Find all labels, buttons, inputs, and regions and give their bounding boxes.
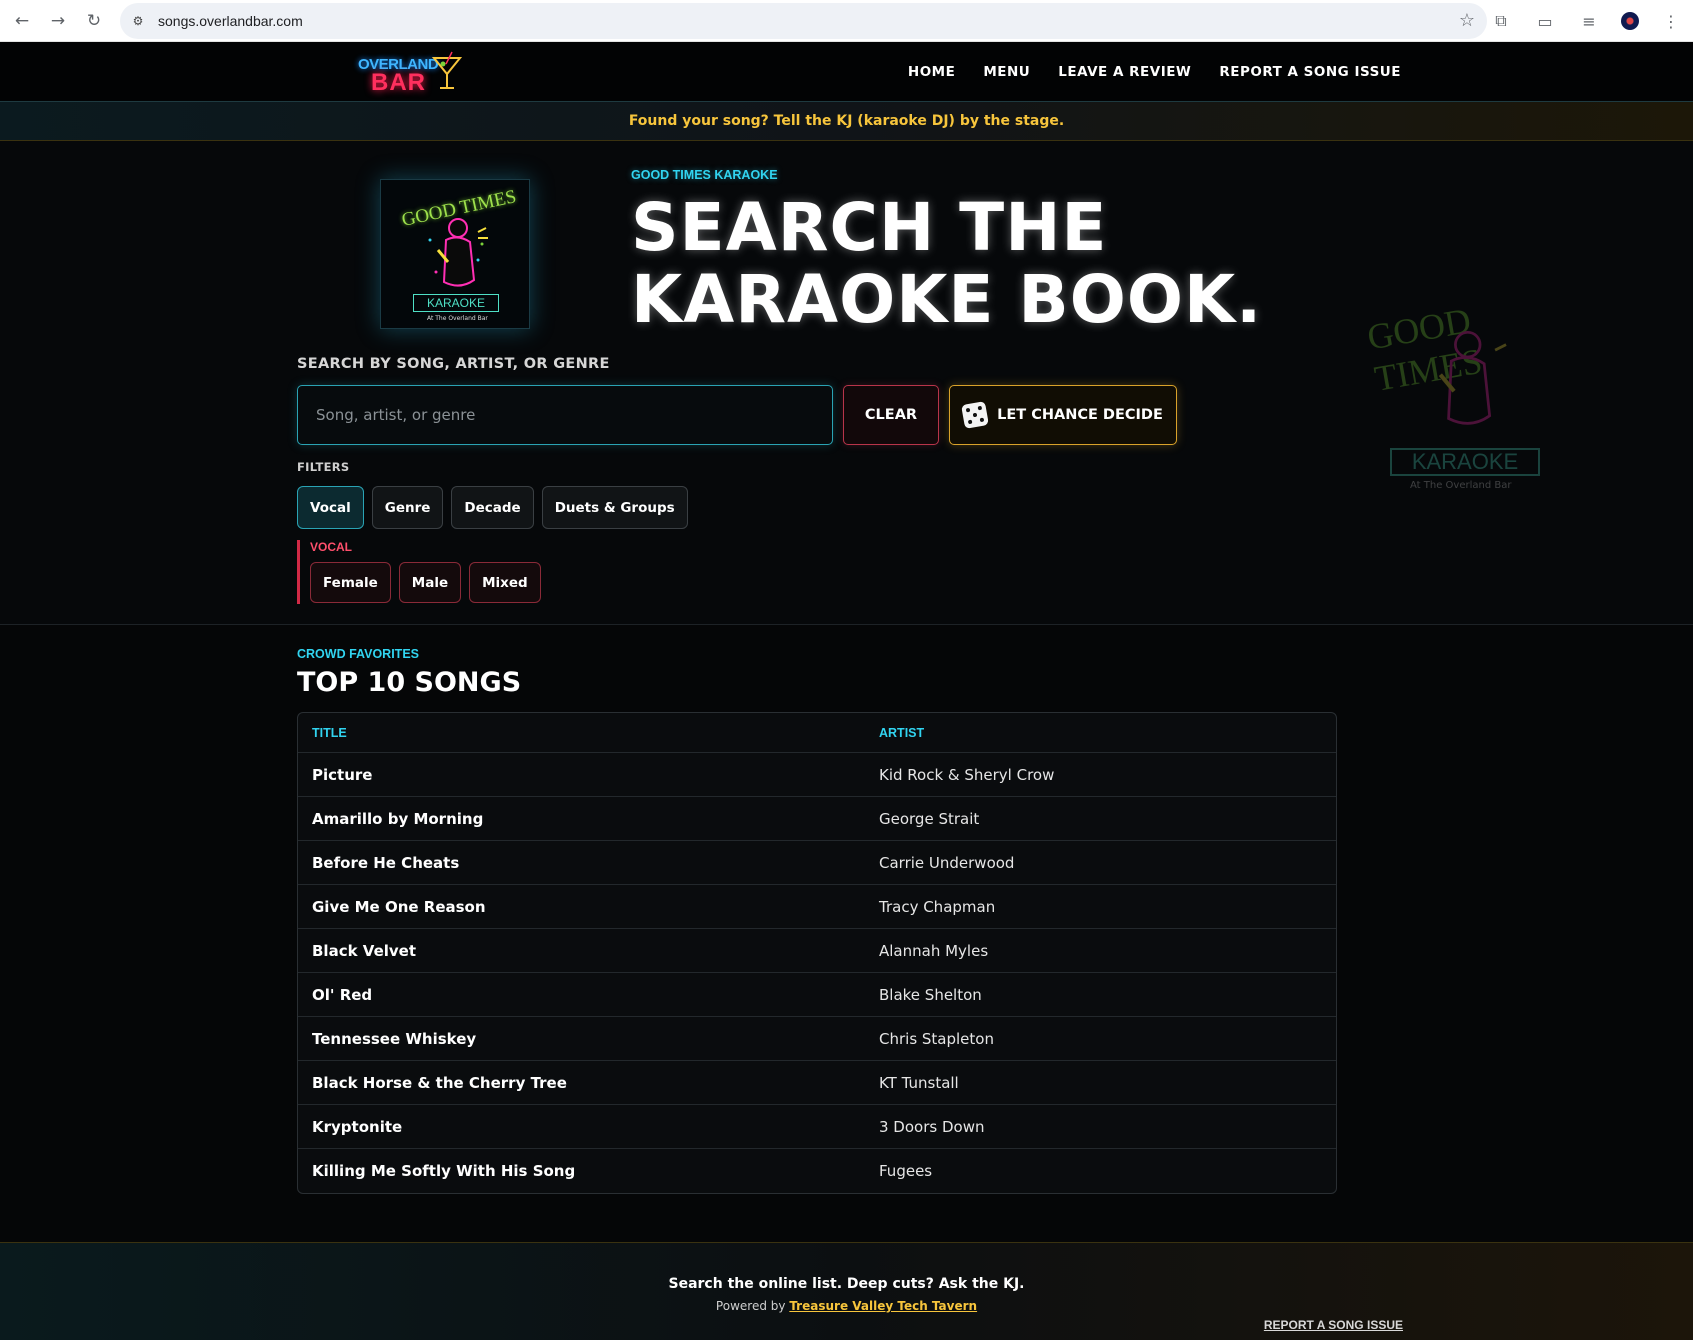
search-label: SEARCH BY SONG, ARTIST, OR GENRE — [297, 356, 610, 372]
announcement-text: Found your song? Tell the KJ (karaoke DJ… — [628, 113, 1065, 129]
kebab-menu-icon[interactable]: ⋮ — [1659, 12, 1683, 31]
song-artist: George Strait — [879, 809, 980, 828]
powered-by-prefix: Powered by — [715, 1299, 786, 1313]
song-artist: Carrie Underwood — [879, 853, 1015, 872]
song-artist: Fugees — [879, 1162, 933, 1180]
album-art: GOOD TIMES KARAOKE At The Overland Bar — [380, 179, 530, 329]
song-title: Ol' Red — [312, 985, 373, 1004]
nav-menu[interactable]: MENU — [983, 64, 1030, 80]
nav-report-song-issue[interactable]: REPORT A SONG ISSUE — [1219, 64, 1401, 80]
forward-icon[interactable]: → — [44, 7, 72, 35]
site-footer: Search the online list. Deep cuts? Ask t… — [0, 1242, 1693, 1340]
background-watermark: GOOD TIMES KARAOKE At The Overland Bar — [1364, 280, 1560, 500]
main-nav: HOME MENU LEAVE A REVIEW REPORT A SONG I… — [908, 42, 1401, 101]
vocal-option-male[interactable]: Male — [398, 562, 462, 603]
top10-title: TOP 10 SONGS — [297, 667, 522, 698]
nav-home[interactable]: HOME — [908, 64, 955, 80]
let-chance-decide-button[interactable]: LET CHANCE DECIDE — [949, 385, 1177, 445]
table-row[interactable]: Picture Kid Rock & Sheryl Crow — [298, 753, 1336, 797]
table-row[interactable]: Amarillo by Morning George Strait — [298, 797, 1336, 841]
vocal-option-female[interactable]: Female — [310, 562, 391, 603]
filter-tabs: Vocal Genre Decade Duets & Groups — [297, 486, 688, 529]
song-artist: Tracy Chapman — [879, 897, 996, 916]
song-title: Amarillo by Morning — [312, 809, 484, 828]
site-header: OVERLAND BAR HOME MENU LEAVE A REVIEW RE… — [0, 42, 1693, 101]
song-title: Black Velvet — [312, 941, 417, 960]
overland-bar-logo[interactable]: OVERLAND BAR — [356, 46, 462, 98]
album-banner: KARAOKE — [413, 294, 499, 312]
table-row[interactable]: Black Velvet Alannah Myles — [298, 929, 1336, 973]
table-row[interactable]: Kryptonite 3 Doors Down — [298, 1105, 1336, 1149]
section-divider — [0, 624, 1693, 625]
vocal-group-label: VOCAL — [310, 540, 352, 554]
let-chance-decide-label: LET CHANCE DECIDE — [997, 407, 1163, 423]
browser-toolbar: ← → ↻ ⚙ songs.overlandbar.com ☆ ⧉ ▭ ≡ ⋮ — [0, 0, 1693, 42]
vocal-option-mixed[interactable]: Mixed — [469, 562, 541, 603]
table-row[interactable]: Tennessee Whiskey Chris Stapleton — [298, 1017, 1336, 1061]
browser-nav-buttons: ← → ↻ — [8, 7, 108, 35]
song-title: Killing Me Softly With His Song — [312, 1162, 576, 1180]
filter-tab-vocal[interactable]: Vocal — [297, 486, 364, 529]
song-artist: Chris Stapleton — [879, 1029, 994, 1048]
nav-leave-review[interactable]: LEAVE A REVIEW — [1058, 64, 1191, 80]
cast-icon[interactable]: ▭ — [1533, 12, 1557, 31]
announcement-bar: Found your song? Tell the KJ (karaoke DJ… — [0, 101, 1693, 141]
song-title: Before He Cheats — [312, 853, 460, 872]
powered-by-link[interactable]: Treasure Valley Tech Tavern — [789, 1299, 977, 1313]
top10-eyebrow: CROWD FAVORITES — [297, 647, 419, 661]
song-title: Tennessee Whiskey — [312, 1029, 477, 1048]
reload-icon[interactable]: ↻ — [80, 7, 108, 35]
table-row[interactable]: Black Horse & the Cherry Tree KT Tunstall — [298, 1061, 1336, 1105]
filter-tab-duets-groups[interactable]: Duets & Groups — [541, 486, 688, 529]
browser-actions: ⧉ ▭ ≡ ⋮ — [1489, 0, 1693, 42]
top10-table: TITLE ARTIST Picture Kid Rock & Sheryl Cr… — [297, 712, 1337, 1194]
vocal-options: Female Male Mixed — [310, 562, 557, 603]
column-header-artist[interactable]: ARTIST — [879, 726, 1336, 740]
profile-avatar[interactable] — [1621, 12, 1639, 30]
song-artist: 3 Doors Down — [879, 1117, 985, 1136]
martini-glass-icon — [432, 51, 462, 89]
song-title: Black Horse & the Cherry Tree — [312, 1073, 567, 1092]
dice-icon — [961, 401, 990, 429]
song-artist: Blake Shelton — [879, 985, 982, 1004]
footer-tagline: Search the online list. Deep cuts? Ask t… — [668, 1276, 1025, 1292]
url-text[interactable]: songs.overlandbar.com — [158, 13, 303, 29]
singer-silhouette-icon — [428, 218, 488, 287]
filters-label: FILTERS — [297, 460, 350, 474]
song-artist: Kid Rock & Sheryl Crow — [879, 765, 1055, 784]
song-artist: Alannah Myles — [879, 941, 989, 960]
footer-powered-by: Powered by Treasure Valley Tech Tavern — [0, 1299, 1693, 1313]
footer-report-song-issue-link[interactable]: REPORT A SONG ISSUE — [1264, 1318, 1403, 1332]
site-settings-icon[interactable]: ⚙ — [128, 11, 148, 31]
table-row[interactable]: Give Me One Reason Tracy Chapman — [298, 885, 1336, 929]
clear-button[interactable]: CLEAR — [843, 385, 939, 445]
back-icon[interactable]: ← — [8, 7, 36, 35]
search-input[interactable] — [297, 385, 833, 445]
album-subtitle: At The Overland Bar — [427, 315, 488, 322]
filter-tab-decade[interactable]: Decade — [451, 486, 534, 529]
song-title: Give Me One Reason — [312, 897, 486, 916]
media-controls-icon[interactable]: ≡ — [1577, 12, 1601, 31]
extensions-icon[interactable]: ⧉ — [1489, 11, 1513, 31]
vocal-filter-group: VOCAL Female Male Mixed — [297, 540, 557, 604]
table-row[interactable]: Before He Cheats Carrie Underwood — [298, 841, 1336, 885]
logo-text-bottom: BAR — [371, 69, 426, 96]
bookmark-star-icon[interactable]: ☆ — [1459, 10, 1475, 31]
table-row[interactable]: Ol' Red Blake Shelton — [298, 973, 1336, 1017]
table-row[interactable]: Killing Me Softly With His Song Fugees — [298, 1149, 1336, 1193]
address-bar[interactable]: ⚙ songs.overlandbar.com ☆ — [120, 3, 1487, 39]
filter-tab-genre[interactable]: Genre — [371, 486, 444, 529]
watermark-subtitle: At The Overland Bar — [1410, 480, 1512, 491]
song-title: Kryptonite — [312, 1117, 403, 1136]
song-artist: KT Tunstall — [879, 1073, 959, 1092]
table-header: TITLE ARTIST — [298, 713, 1336, 753]
song-title: Picture — [312, 765, 373, 784]
hero-eyebrow: GOOD TIMES KARAOKE — [631, 168, 778, 182]
column-header-title[interactable]: TITLE — [298, 726, 879, 740]
watermark-singer-icon — [1438, 330, 1507, 425]
watermark-banner: KARAOKE — [1390, 448, 1540, 476]
page-title: SEARCH THE KARAOKE BOOK. — [631, 189, 1263, 338]
